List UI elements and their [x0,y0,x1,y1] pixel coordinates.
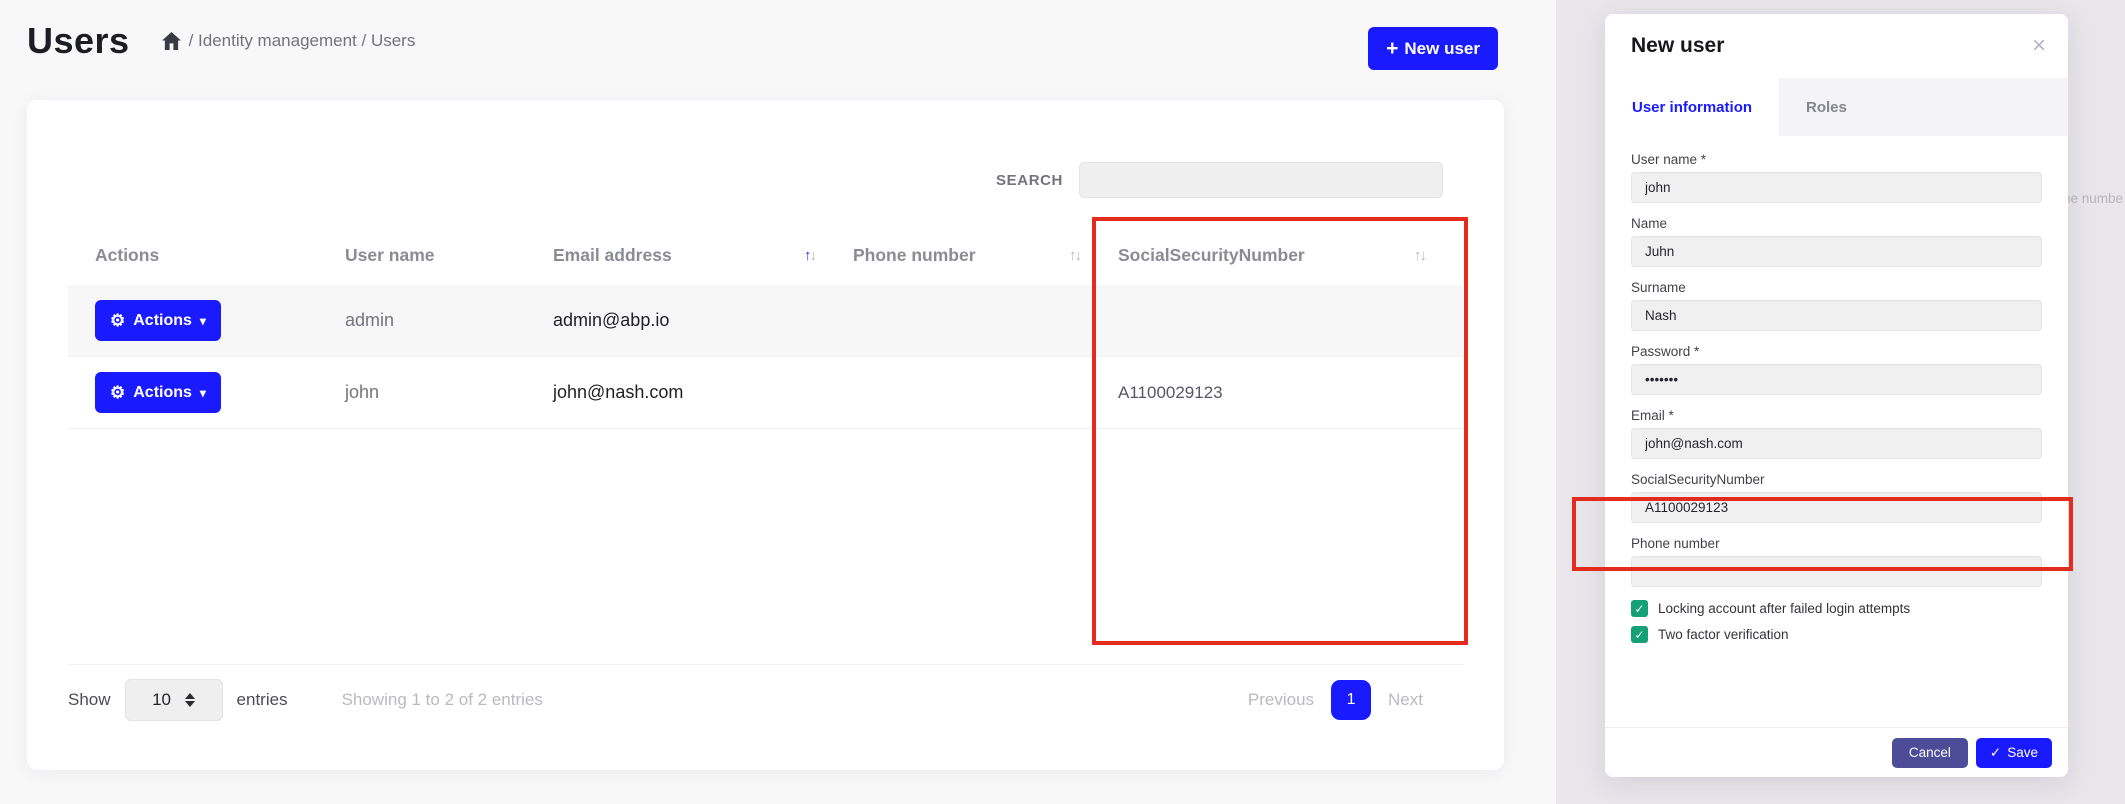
next-page-button[interactable]: Next [1388,690,1423,710]
actions-button-label: Actions [133,312,192,330]
column-header-actions: Actions [68,245,345,266]
actions-cell: ⚙ Actions ▾ [68,372,345,413]
field-group-phone: Phone number [1631,536,2042,587]
username-cell: john [345,382,553,403]
checkbox-row-lockout: ✓ Locking account after failed login att… [1631,600,2042,617]
check-icon: ✓ [1634,602,1644,616]
modal-tabs: User information Roles [1605,78,2068,136]
username-label: User name * [1631,152,2042,167]
main-page: Users / Identity management / Users + Ne… [0,0,1556,804]
check-icon: ✓ [1634,628,1644,642]
gear-icon: ⚙ [110,384,125,401]
new-user-button-label: New user [1404,39,1480,59]
table-header-row: Actions User name Email address ↑↓ Phone… [68,225,1463,285]
email-label: Email * [1631,408,2042,423]
page-size-group: Show 10 entries [68,679,288,721]
ssn-input[interactable] [1631,492,2042,523]
column-header-phone[interactable]: Phone number ↑↓ [853,245,1118,266]
search-input[interactable] [1079,162,1443,198]
caret-down-icon: ▾ [200,386,206,400]
password-label: Password * [1631,344,2042,359]
plus-icon: + [1386,38,1398,59]
email-cell: admin@abp.io [553,310,853,331]
field-group-password: Password * [1631,344,2042,395]
sort-icon-email[interactable]: ↑↓ [804,247,853,264]
breadcrumb-path: / Identity management / Users [189,31,416,51]
page-title: Users [27,20,130,62]
name-label: Name [1631,216,2042,231]
field-group-surname: Surname [1631,280,2042,331]
table-row: ⚙ Actions ▾ admin admin@abp.io [68,285,1463,357]
page-size-select[interactable]: 10 [125,679,223,721]
users-card: SEARCH Actions User name Email address ↑… [27,100,1504,770]
email-cell: john@nash.com [553,382,853,403]
phone-input[interactable] [1631,556,2042,587]
users-table: Actions User name Email address ↑↓ Phone… [68,225,1463,429]
save-button-label: Save [2007,745,2038,760]
search-row: SEARCH [996,162,1443,198]
clipped-background-text: ne numbe [2063,191,2123,206]
field-group-username: User name * [1631,152,2042,203]
gear-icon: ⚙ [110,312,125,329]
stepper-icon [185,693,195,707]
username-input[interactable] [1631,172,2042,203]
breadcrumb[interactable]: / Identity management / Users [162,31,416,51]
home-icon [162,32,181,50]
pagination: Previous 1 Next [1248,680,1463,720]
current-page-button[interactable]: 1 [1331,680,1371,720]
actions-button[interactable]: ⚙ Actions ▾ [95,300,221,341]
caret-down-icon: ▾ [200,314,206,328]
table-footer: Show 10 entries Showing 1 to 2 of 2 entr… [68,664,1463,721]
entries-label: entries [237,690,288,710]
field-group-name: Name [1631,216,2042,267]
surname-input[interactable] [1631,300,2042,331]
sort-icon-ssn[interactable]: ↑↓ [1414,247,1463,264]
column-header-ssn[interactable]: SocialSecurityNumber ↑↓ [1118,245,1463,266]
actions-button[interactable]: ⚙ Actions ▾ [95,372,221,413]
page-size-value: 10 [152,690,171,710]
show-label: Show [68,690,111,710]
ssn-cell: A1100029123 [1118,383,1463,403]
surname-label: Surname [1631,280,2042,295]
field-group-email: Email * [1631,408,2042,459]
check-icon: ✓ [1990,745,2001,761]
previous-page-button[interactable]: Previous [1248,690,1314,710]
checkbox-row-twofactor: ✓ Two factor verification [1631,626,2042,643]
table-row: ⚙ Actions ▾ john john@nash.com A11000291… [68,357,1463,429]
search-label: SEARCH [996,172,1063,189]
cancel-button[interactable]: Cancel [1892,738,1968,768]
tab-user-information[interactable]: User information [1605,78,1779,136]
sort-icon-phone[interactable]: ↑↓ [1069,247,1118,264]
close-icon[interactable]: × [2032,34,2046,58]
lockout-checkbox-label: Locking account after failed login attem… [1658,601,1910,616]
entries-summary: Showing 1 to 2 of 2 entries [342,690,543,710]
phone-label: Phone number [1631,536,2042,551]
lockout-checkbox[interactable]: ✓ [1631,600,1648,617]
email-input[interactable] [1631,428,2042,459]
modal-body: User name * Name Surname Password * Emai… [1605,136,2068,643]
field-group-ssn: SocialSecurityNumber [1631,472,2042,523]
username-cell: admin [345,310,553,331]
twofactor-checkbox-label: Two factor verification [1658,627,1789,642]
name-input[interactable] [1631,236,2042,267]
password-input[interactable] [1631,364,2042,395]
tab-roles[interactable]: Roles [1779,78,1874,136]
new-user-button[interactable]: + New user [1368,27,1498,70]
twofactor-checkbox[interactable]: ✓ [1631,626,1648,643]
modal-header: New user × [1605,14,2068,78]
save-button[interactable]: ✓ Save [1976,738,2052,768]
ssn-label: SocialSecurityNumber [1631,472,2042,487]
modal-title: New user [1631,34,1724,58]
column-header-email[interactable]: Email address ↑↓ [553,245,853,266]
new-user-modal: New user × User information Roles User n… [1605,14,2068,777]
actions-cell: ⚙ Actions ▾ [68,300,345,341]
page-header: Users / Identity management / Users [27,20,415,62]
actions-button-label: Actions [133,384,192,402]
column-header-username: User name [345,245,553,266]
modal-footer: Cancel ✓ Save [1605,727,2068,777]
